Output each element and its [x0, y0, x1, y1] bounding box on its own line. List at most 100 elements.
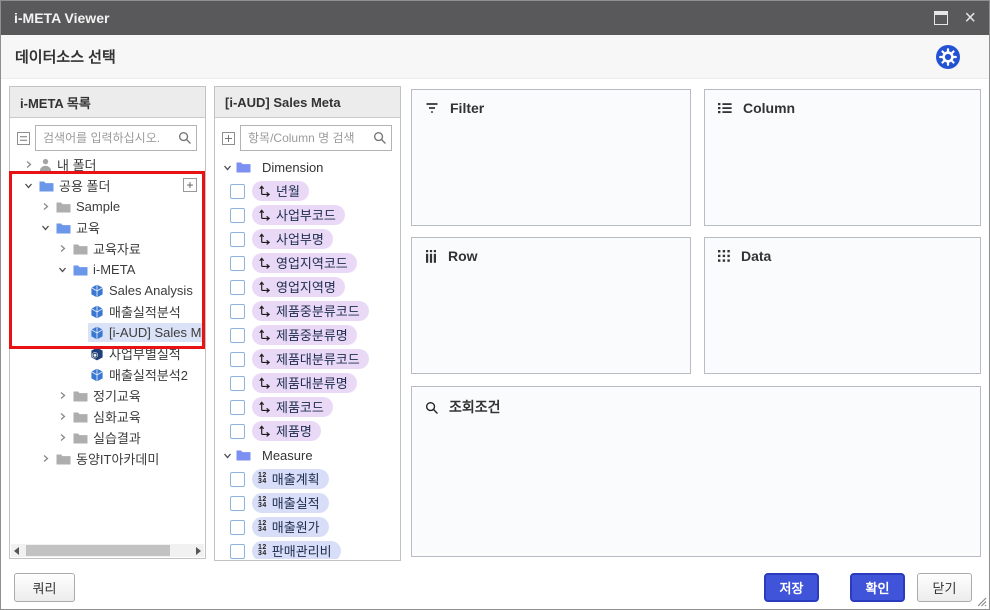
item-checkbox[interactable]: [230, 520, 245, 535]
measure-field[interactable]: 1234매출계획: [252, 469, 329, 489]
tree-item[interactable]: 심화교육: [10, 406, 205, 427]
tree-item[interactable]: i-META: [10, 259, 205, 280]
search-input[interactable]: [35, 125, 197, 151]
row-zone[interactable]: Row: [411, 237, 691, 374]
chevron-down-icon[interactable]: [223, 163, 236, 172]
tree-item[interactable]: 사업부별실적: [10, 343, 205, 364]
close-button[interactable]: ×: [964, 8, 976, 28]
dimension-field[interactable]: 영업지역코드: [252, 253, 357, 273]
chevron-down-icon[interactable]: [24, 181, 37, 190]
scrollbar-thumb[interactable]: [26, 545, 170, 556]
tree-item-label: i-META: [93, 262, 135, 277]
cube-search-icon: [90, 347, 104, 361]
dimension-icon: [258, 184, 271, 197]
measure-field[interactable]: 1234매출원가: [252, 517, 329, 537]
collapse-all-icon[interactable]: [17, 132, 30, 145]
item-checkbox[interactable]: [230, 352, 245, 367]
field-tree: Dimension년월사업부코드사업부명영업지역코드영업지역명제품중분류코드제품…: [215, 153, 400, 559]
dimension-field[interactable]: 제품명: [252, 421, 321, 441]
data-zone[interactable]: Data: [704, 237, 981, 374]
zone-label: Column: [743, 100, 795, 116]
item-checkbox[interactable]: [230, 304, 245, 319]
item-checkbox[interactable]: [230, 400, 245, 415]
filter-zone[interactable]: Filter: [411, 89, 691, 226]
tree-item[interactable]: 교육자료: [10, 238, 205, 259]
dimension-field[interactable]: 제품대분류코드: [252, 349, 369, 369]
tree-item[interactable]: 공용 폴더+: [10, 175, 205, 196]
maximize-button[interactable]: [934, 11, 948, 25]
item-checkbox[interactable]: [230, 232, 245, 247]
column-zone[interactable]: Column: [704, 89, 981, 226]
tree-item[interactable]: 교육: [10, 217, 205, 238]
field-row: 1234매출실적: [215, 491, 400, 515]
search-icon[interactable]: [373, 131, 386, 144]
condition-zone[interactable]: 조회조건: [411, 386, 981, 557]
item-checkbox[interactable]: [230, 544, 245, 559]
chevron-down-icon[interactable]: [223, 451, 236, 460]
add-folder-button[interactable]: +: [183, 178, 197, 192]
tree-item[interactable]: 내 폴더: [10, 154, 205, 175]
folder-icon: [56, 201, 71, 213]
item-checkbox[interactable]: [230, 256, 245, 271]
item-checkbox[interactable]: [230, 328, 245, 343]
dimension-field[interactable]: 제품코드: [252, 397, 333, 417]
tree-item[interactable]: [i-AUD] Sales Meta: [10, 322, 205, 343]
chevron-down-icon[interactable]: [41, 223, 54, 232]
item-checkbox[interactable]: [230, 184, 245, 199]
chevron-right-icon[interactable]: [58, 244, 71, 253]
item-checkbox[interactable]: [230, 376, 245, 391]
item-checkbox[interactable]: [230, 496, 245, 511]
scrollbar-track[interactable]: [24, 544, 191, 557]
tree-item-label: 실습결과: [93, 428, 141, 447]
dimension-field[interactable]: 영업지역명: [252, 277, 345, 297]
chevron-right-icon[interactable]: [58, 412, 71, 421]
tree-item[interactable]: 매출실적분석2: [10, 364, 205, 385]
item-checkbox[interactable]: [230, 472, 245, 487]
chevron-right-icon[interactable]: [41, 454, 54, 463]
item-checkbox[interactable]: [230, 208, 245, 223]
search-icon[interactable]: [178, 131, 191, 144]
tree-item[interactable]: Sample: [10, 196, 205, 217]
dimension-field[interactable]: 제품중분류코드: [252, 301, 369, 321]
expand-all-icon[interactable]: [222, 132, 235, 145]
horizontal-scrollbar[interactable]: [11, 544, 204, 557]
tree-item[interactable]: 매출실적분석: [10, 301, 205, 322]
close-dialog-button[interactable]: 닫기: [917, 573, 972, 602]
tree-item[interactable]: 정기교육: [10, 385, 205, 406]
settings-button[interactable]: [935, 44, 961, 70]
dimension-field[interactable]: 사업부코드: [252, 205, 345, 225]
scroll-right-arrow[interactable]: [191, 544, 204, 557]
chevron-right-icon[interactable]: [58, 433, 71, 442]
scroll-left-arrow[interactable]: [11, 544, 24, 557]
row-bars-icon: [425, 250, 437, 263]
measure-field[interactable]: 1234매출실적: [252, 493, 329, 513]
chevron-right-icon[interactable]: [58, 391, 71, 400]
tree-item-label: [i-AUD] Sales Meta: [109, 325, 205, 340]
chevron-right-icon[interactable]: [24, 160, 37, 169]
chevron-down-icon[interactable]: [58, 265, 71, 274]
column-search-input[interactable]: [240, 125, 392, 151]
dimension-field[interactable]: 년월: [252, 181, 309, 201]
measure-field[interactable]: 1234판매관리비: [252, 541, 341, 559]
field-group[interactable]: Measure: [215, 443, 400, 467]
save-button[interactable]: 저장: [764, 573, 819, 602]
dimension-field[interactable]: 제품대분류명: [252, 373, 357, 393]
item-checkbox[interactable]: [230, 280, 245, 295]
field-label: 사업부코드: [276, 205, 336, 224]
panel-title: i-META 목록: [10, 87, 205, 118]
resize-grip[interactable]: [976, 596, 987, 607]
dimension-field[interactable]: 제품중분류명: [252, 325, 357, 345]
field-group[interactable]: Dimension: [215, 155, 400, 179]
field-row: 1234매출계획: [215, 467, 400, 491]
field-label: 매출실적: [272, 493, 320, 512]
chevron-right-icon[interactable]: [41, 202, 54, 211]
dimension-field[interactable]: 사업부명: [252, 229, 333, 249]
data-grid-icon: [718, 250, 730, 262]
query-button[interactable]: 쿼리: [14, 573, 75, 602]
tree-item[interactable]: 실습결과: [10, 427, 205, 448]
ok-button[interactable]: 확인: [850, 573, 905, 602]
item-checkbox[interactable]: [230, 424, 245, 439]
tree-item[interactable]: Sales Analysis: [10, 280, 205, 301]
tree-item[interactable]: 동양IT아카데미: [10, 448, 205, 469]
imeta-viewer-window: i-META Viewer × 데이터소스 선택 i-META 목록 내 폴더공…: [0, 0, 990, 610]
